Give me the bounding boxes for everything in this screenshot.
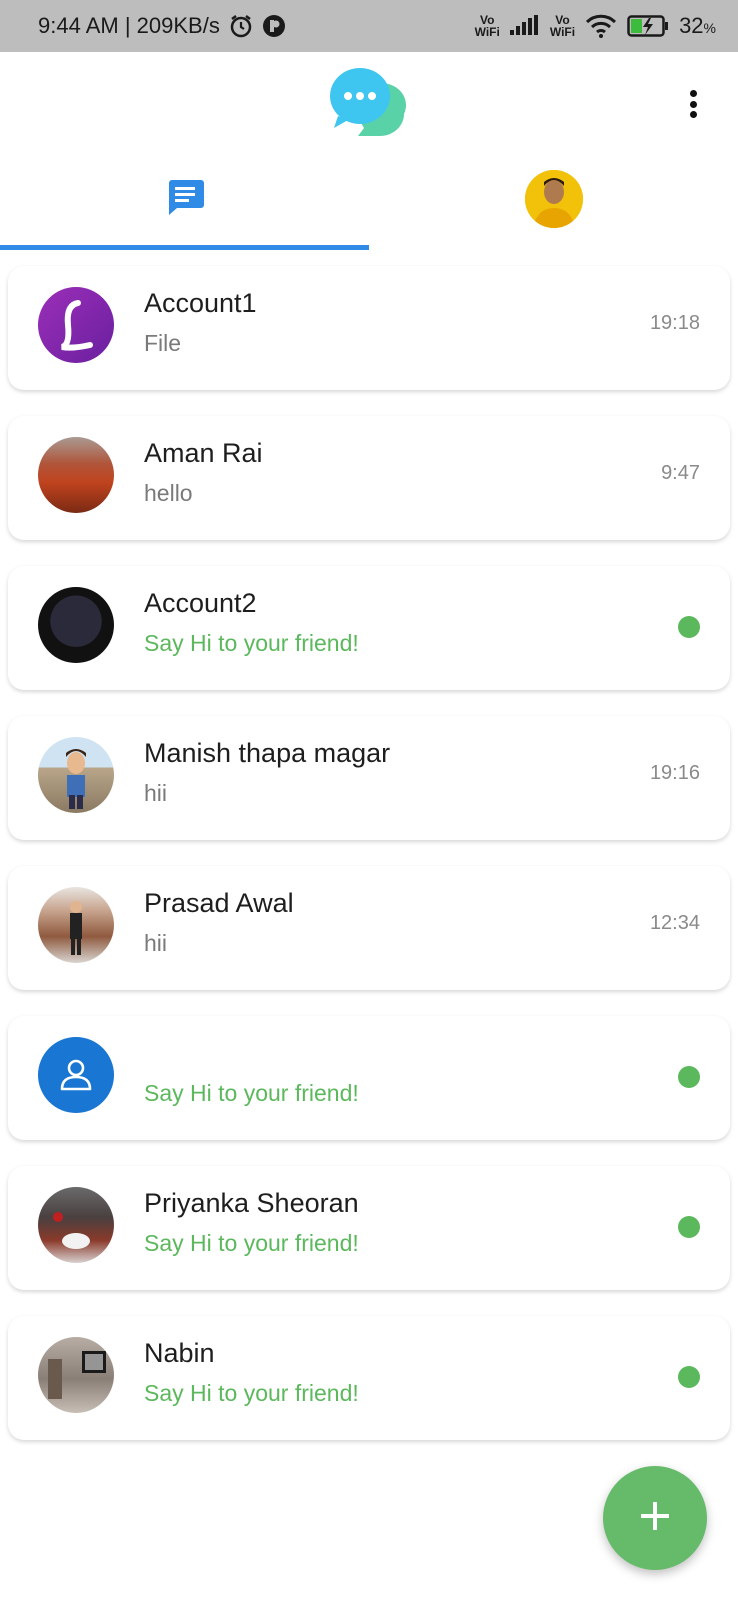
chat-name: Account2	[144, 588, 257, 618]
chat-last-message: hii	[144, 930, 168, 956]
chat-last-message: Say Hi to your friend!	[144, 1380, 359, 1406]
avatar	[38, 1337, 114, 1413]
chat-time: 19:18	[649, 312, 700, 334]
wifi-icon	[585, 14, 617, 38]
chat-last-message: hii	[144, 780, 168, 806]
vowifi-label-1: Vo WiFi	[474, 13, 500, 39]
chat-name: Manish thapa magar	[144, 738, 391, 768]
avatar	[38, 737, 114, 813]
new-chat-fab-button[interactable]	[603, 1466, 707, 1570]
avatar	[38, 887, 114, 963]
chat-last-message: Say Hi to your friend!	[144, 630, 359, 656]
chat-item[interactable]: Priyanka Sheoran Say Hi to your friend!	[8, 1166, 730, 1290]
battery-percent: 32%	[679, 13, 716, 38]
tab-profile[interactable]	[369, 160, 738, 250]
more-vertical-icon-dot	[689, 100, 697, 108]
status-right: Vo WiFi Vo WiFi 32%	[475, 13, 716, 39]
app-header	[0, 52, 738, 152]
chat-item[interactable]: Manish thapa magar hii 19:16	[8, 716, 730, 840]
alarm-icon	[228, 13, 254, 39]
profile-avatar	[524, 170, 583, 228]
status-left: 9:44 AM | 209KB/s	[38, 13, 286, 39]
tab-chats[interactable]	[0, 160, 369, 250]
tab-indicator	[0, 245, 369, 250]
avatar	[38, 1187, 114, 1263]
chat-item[interactable]: Nabin Say Hi to your friend!	[8, 1316, 730, 1440]
chat-name: Aman Rai	[144, 438, 263, 468]
chat-item[interactable]: Aman Rai hello 9:47	[8, 416, 730, 540]
chat-name: Prasad Awal	[144, 888, 294, 918]
chat-last-message: Say Hi to your friend!	[144, 1230, 359, 1256]
status-bar: 9:44 AM | 209KB/s Vo WiFi Vo WiFi 32%	[0, 0, 738, 52]
chat-time: 9:47	[661, 462, 700, 484]
chat-name: Priyanka Sheoran	[144, 1188, 359, 1218]
chat-last-message: Say Hi to your friend!	[144, 1080, 359, 1106]
chat-time: 19:16	[649, 762, 700, 784]
plus-icon	[640, 1501, 670, 1536]
vpn-icon	[262, 14, 286, 38]
chat-item[interactable]: Say Hi to your friend!	[8, 1016, 730, 1140]
more-vertical-icon-dot	[689, 111, 697, 118]
chat-item[interactable]: Account1 File 19:18	[8, 266, 730, 390]
battery-charging-icon	[627, 14, 669, 38]
status-time-speed: 9:44 AM | 209KB/s	[38, 13, 220, 38]
chat-bubbles-logo-icon	[330, 66, 410, 142]
chat-icon	[165, 178, 205, 221]
more-options-button[interactable]	[678, 84, 708, 124]
signal-icon	[509, 15, 540, 37]
chat-time: 12:34	[649, 912, 700, 934]
online-status-dot	[678, 1366, 700, 1388]
chat-item[interactable]: Prasad Awal hii 12:34	[8, 866, 730, 990]
online-status-dot	[678, 616, 700, 638]
tab-bar	[0, 160, 738, 250]
avatar	[38, 437, 114, 513]
chat-item[interactable]: Account2 Say Hi to your friend!	[8, 566, 730, 690]
chat-last-message: hello	[144, 480, 193, 506]
chat-last-message: File	[144, 330, 182, 356]
online-status-dot	[678, 1216, 700, 1238]
avatar-placeholder-icon	[38, 1037, 114, 1113]
avatar	[38, 287, 114, 363]
vowifi-label-2: Vo WiFi	[549, 13, 576, 39]
avatar	[38, 587, 114, 663]
chat-name: Account1	[144, 288, 257, 318]
more-vertical-icon-dot	[689, 90, 697, 97]
online-status-dot	[678, 1066, 700, 1088]
chat-name: Nabin	[144, 1338, 215, 1368]
